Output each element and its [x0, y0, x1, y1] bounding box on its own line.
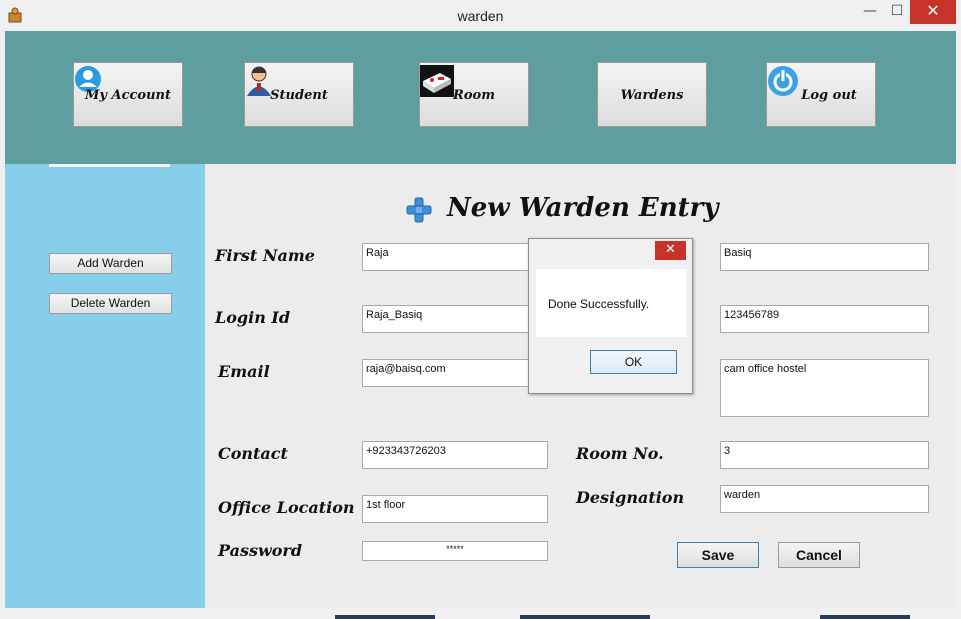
contact-label: Contact — [218, 444, 288, 463]
nav-my-account-button[interactable]: My Account — [73, 62, 183, 127]
email-field[interactable]: raja@baisq.com — [362, 359, 548, 387]
designation-label: Designation — [576, 488, 685, 507]
save-button[interactable]: Save — [677, 542, 759, 568]
nav-room-button[interactable]: Room — [419, 62, 529, 127]
nav-my-account-label: My Account — [85, 88, 171, 103]
first-name-label: First Name — [215, 246, 315, 265]
window-title: warden — [457, 8, 504, 24]
nav-logout-label: Log out — [801, 88, 857, 103]
nav-room-label: Room — [453, 88, 495, 103]
minimize-button[interactable]: — — [856, 0, 884, 24]
delete-warden-button[interactable]: Delete Warden — [49, 293, 172, 314]
room-no-field[interactable]: 3 — [720, 441, 929, 469]
maximize-button[interactable]: ☐ — [884, 0, 910, 24]
login-secondary-field[interactable]: 123456789 — [720, 305, 929, 333]
office-location-label: Office Location — [218, 498, 355, 517]
plus-icon — [406, 197, 432, 223]
designation-field[interactable]: warden — [720, 485, 929, 513]
add-warden-button[interactable]: Add Warden — [49, 253, 172, 274]
login-id-field[interactable]: Raja_Basiq — [362, 305, 548, 333]
password-field[interactable]: ***** — [362, 541, 548, 561]
taskbar-segment — [335, 615, 435, 619]
title-bar: warden — ☐ ✕ — [0, 0, 961, 31]
window-bottom-edge — [0, 608, 961, 619]
dialog-body: Done Successfully. — [536, 269, 686, 337]
dialog-message: Done Successfully. — [548, 297, 650, 311]
nav-student-label: Student — [270, 88, 328, 103]
dialog-ok-button[interactable]: OK — [590, 350, 677, 374]
dialog-close-button[interactable]: ✕ — [655, 241, 686, 260]
cancel-button[interactable]: Cancel — [778, 542, 860, 568]
office-location-field[interactable]: 1st floor — [362, 495, 548, 523]
nav-wardens-label: Wardens — [620, 88, 684, 103]
form-title: New Warden Entry — [447, 193, 719, 223]
close-button[interactable]: ✕ — [910, 0, 956, 24]
header-bar: My Account Student Room Wardens Log out — [5, 31, 956, 164]
first-name-field[interactable]: Raja — [362, 243, 548, 271]
contact-field[interactable]: +923343726203 — [362, 441, 548, 469]
taskbar-segment — [520, 615, 650, 619]
taskbar-segment — [820, 615, 910, 619]
nav-wardens-button[interactable]: Wardens — [597, 62, 707, 127]
message-dialog: ✕ Done Successfully. OK — [528, 238, 693, 394]
sidebar-divider — [49, 164, 170, 167]
sidebar: Add Warden Delete Warden — [5, 164, 205, 608]
room-no-label: Room No. — [576, 444, 664, 463]
last-name-field[interactable]: Basiq — [720, 243, 929, 271]
nav-logout-button[interactable]: Log out — [766, 62, 876, 127]
email-label: Email — [218, 362, 270, 381]
address-field[interactable]: cam office hostel — [720, 359, 929, 417]
nav-student-button[interactable]: Student — [244, 62, 354, 127]
password-label: Password — [218, 541, 303, 560]
login-id-label: Login Id — [215, 308, 291, 327]
